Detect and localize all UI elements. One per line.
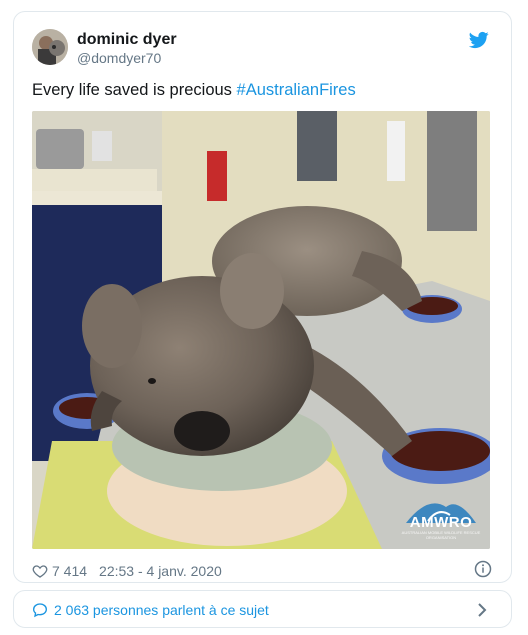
koala-photo <box>32 111 490 549</box>
like-count[interactable]: 7 414 <box>52 563 87 579</box>
amwro-logo: AMWRO AUSTRALIAN MOBILE WILDLIFE RESCUE … <box>398 493 484 543</box>
hashtag-link[interactable]: #AustralianFires <box>237 81 356 99</box>
user-handle[interactable]: @domdyer70 <box>77 50 161 66</box>
display-name[interactable]: dominic dyer <box>77 31 177 49</box>
tweet-footer: 7 414 22:53 - 4 janv. 2020 <box>32 562 222 580</box>
chevron-right-icon[interactable] <box>475 602 489 618</box>
heart-icon[interactable] <box>32 563 48 579</box>
tweet-card[interactable]: dominic dyer @domdyer70 Every life saved… <box>13 11 512 583</box>
timestamp[interactable]: 22:53 - 4 janv. 2020 <box>99 563 222 579</box>
conversation-link[interactable]: 2 063 personnes parlent à ce sujet <box>13 590 512 628</box>
info-icon[interactable] <box>474 560 492 578</box>
twitter-bird-icon[interactable] <box>469 30 489 50</box>
tweet-text: Every life saved is precious #Australian… <box>32 81 356 100</box>
amwro-logo-subtext: AUSTRALIAN MOBILE WILDLIFE RESCUE ORGANI… <box>401 530 481 540</box>
speech-bubble-icon <box>32 603 48 618</box>
avatar[interactable] <box>32 29 68 65</box>
tweet-photo[interactable]: AMWRO AUSTRALIAN MOBILE WILDLIFE RESCUE … <box>32 111 490 549</box>
conversation-label[interactable]: 2 063 personnes parlent à ce sujet <box>54 602 269 618</box>
tweet-body: Every life saved is precious <box>32 81 237 99</box>
amwro-logo-text: AMWRO <box>409 514 473 531</box>
